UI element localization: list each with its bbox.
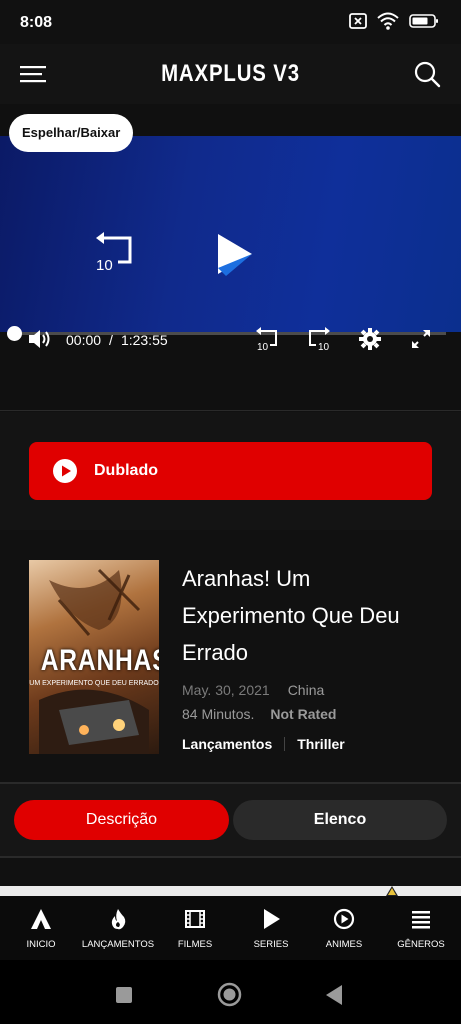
back-triangle-icon[interactable] xyxy=(325,984,343,1006)
nav-item-generos[interactable]: GÊNEROS xyxy=(382,896,460,960)
dubbed-label: Dublado xyxy=(94,462,158,479)
content-rating: Not Rated xyxy=(270,706,337,722)
sim-off-icon xyxy=(349,13,367,29)
bottom-navigation: INICIO LANÇAMENTOS FILMES SERIES ANIMES xyxy=(0,896,461,960)
volume-icon[interactable] xyxy=(28,328,52,350)
fullscreen-icon[interactable] xyxy=(411,329,431,349)
movie-info: ARANHAS! UM EXPERIMENTO QUE DEU ERRADO A… xyxy=(0,530,461,782)
movie-meta-row-1: May. 30, 2021 China xyxy=(182,682,324,698)
flame-icon xyxy=(111,909,126,930)
play-circle-icon xyxy=(53,459,77,483)
video-surface[interactable]: 10 xyxy=(0,136,461,341)
tab-description[interactable]: Descrição xyxy=(14,800,229,840)
system-navigation-bar xyxy=(0,960,461,1024)
settings-gear-icon[interactable] xyxy=(359,328,381,350)
rewind-10-small-icon[interactable]: 10 xyxy=(254,327,280,351)
rewind-big-seconds: 10 xyxy=(96,257,113,272)
nav-item-filmes[interactable]: FILMES xyxy=(156,896,234,960)
detail-tabs: Descrição Elenco xyxy=(0,784,461,856)
total-duration: 1:23:55 xyxy=(120,332,168,348)
nav-item-lancamentos[interactable]: LANÇAMENTOS xyxy=(79,896,157,960)
genre-tag[interactable]: Thriller xyxy=(297,736,344,752)
search-icon[interactable] xyxy=(413,60,441,88)
nav-item-animes[interactable]: ANIMES xyxy=(305,896,383,960)
mirror-download-button[interactable]: Espelhar/Baixar xyxy=(9,114,134,152)
forward-small-seconds: 10 xyxy=(318,342,330,351)
section-divider xyxy=(0,856,461,858)
nav-label: SERIES xyxy=(253,939,289,950)
play-icon[interactable] xyxy=(214,232,254,278)
play-circle-icon xyxy=(333,908,355,930)
list-icon xyxy=(412,911,430,929)
nav-label: ANIMES xyxy=(325,939,363,950)
section-divider xyxy=(0,410,461,411)
film-icon xyxy=(185,910,205,928)
runtime: 84 Minutos. xyxy=(182,706,255,722)
time-display: 00:00 / 1:23:55 xyxy=(66,332,168,348)
nav-item-series[interactable]: SERIES xyxy=(232,896,310,960)
play-icon xyxy=(264,909,280,929)
genre-list: Lançamentos Thriller xyxy=(182,736,345,752)
wifi-icon xyxy=(377,12,399,30)
current-time: 00:00 xyxy=(66,332,102,348)
movie-meta-row-2: 84 Minutos. Not Rated xyxy=(182,706,337,722)
status-time: 8:08 xyxy=(20,14,53,31)
status-bar: 8:08 xyxy=(0,0,461,44)
poster-title: ARANHAS! xyxy=(40,644,159,677)
recents-square-icon[interactable] xyxy=(115,986,133,1004)
nav-label: GÊNEROS xyxy=(397,939,445,950)
audio-options-section: Dublado xyxy=(0,412,461,530)
home-a-icon xyxy=(31,909,51,929)
battery-icon xyxy=(409,14,438,28)
warning-icon xyxy=(386,886,398,896)
time-separator: / xyxy=(109,332,113,348)
dubbed-play-button[interactable]: Dublado xyxy=(29,442,432,500)
forward-10-icon[interactable]: 10 xyxy=(306,327,332,351)
poster-subtitle: UM EXPERIMENTO QUE DEU ERRADO xyxy=(29,680,159,687)
movie-poster: ARANHAS! UM EXPERIMENTO QUE DEU ERRADO xyxy=(29,560,159,754)
genre-tag[interactable]: Lançamentos xyxy=(182,736,272,752)
tab-cast[interactable]: Elenco xyxy=(233,800,447,840)
home-circle-icon[interactable] xyxy=(217,982,242,1007)
app-title: MAXPLUS V3 xyxy=(161,60,300,87)
video-player: 10 Espelhar/Baixar 00:00 / 1:23:55 10 10 xyxy=(0,104,461,410)
genre-separator xyxy=(284,737,286,751)
player-controls: 00:00 / 1:23:55 10 10 xyxy=(0,326,461,354)
movie-title: Aranhas! Um Experimento Que Deu Errado xyxy=(182,566,400,665)
nav-label: INICIO xyxy=(26,939,56,950)
app-header: MAXPLUS V3 xyxy=(0,44,461,104)
nav-item-inicio[interactable]: INICIO xyxy=(2,896,80,960)
nav-label: FILMES xyxy=(177,939,213,950)
status-icons xyxy=(349,12,439,30)
release-date: May. 30, 2021 xyxy=(182,682,270,698)
rewind-10-icon[interactable]: 10 xyxy=(94,232,138,272)
country: China xyxy=(287,682,325,698)
rewind-small-seconds: 10 xyxy=(257,342,269,351)
nav-label: LANÇAMENTOS xyxy=(81,939,155,950)
